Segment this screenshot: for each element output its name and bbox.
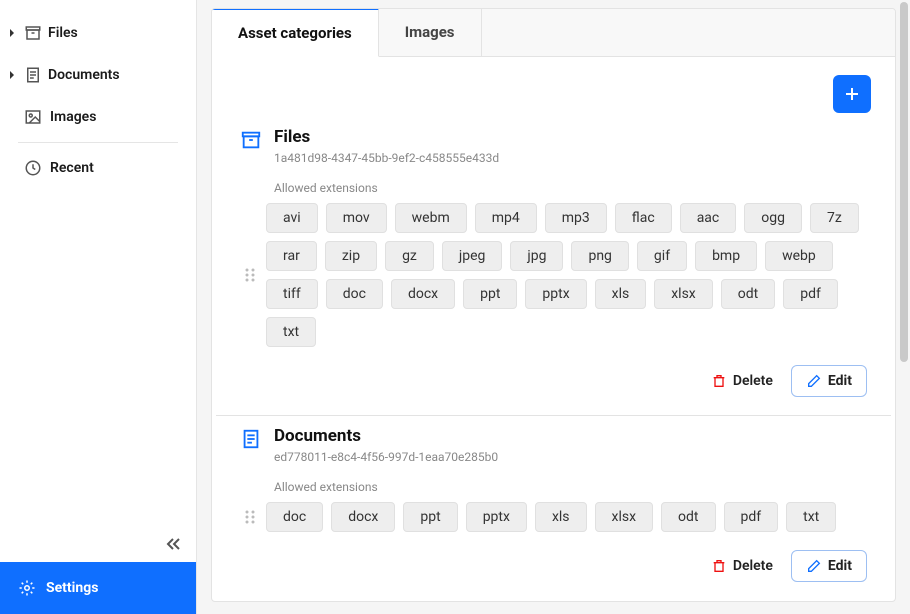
add-category-button[interactable] xyxy=(833,75,871,113)
delete-button[interactable]: Delete xyxy=(707,365,777,397)
extension-pill: txt xyxy=(266,317,316,347)
sidebar-tree-label: Files xyxy=(48,25,78,41)
extensions-list: avimovwebm mp4 mp3 flacaacogg 7z rarzipgzjpeg… xyxy=(266,203,867,347)
clock-icon xyxy=(24,159,42,177)
extension-pill: pdf xyxy=(783,279,838,309)
extension-pill: zip xyxy=(325,241,377,271)
chevrons-left-icon xyxy=(166,537,182,551)
extension-pill: xlsx xyxy=(595,502,654,532)
edit-button[interactable]: Edit xyxy=(791,550,867,582)
settings-panel: Asset categories Images Files 1a481d98-4… xyxy=(211,8,896,602)
pencil-icon xyxy=(806,558,822,574)
delete-button[interactable]: Delete xyxy=(707,550,777,582)
extension-pill: avi xyxy=(266,203,318,233)
drag-handle-icon[interactable] xyxy=(240,267,266,283)
extension-pill: xls xyxy=(595,279,647,309)
allowed-extensions-label: Allowed extensions xyxy=(274,480,867,494)
extension-pill: xlsx xyxy=(654,279,713,309)
edit-button[interactable]: Edit xyxy=(791,365,867,397)
extension-pill: gz xyxy=(385,241,434,271)
category-title: Files xyxy=(274,127,499,147)
extension-pill: ppt xyxy=(463,279,517,309)
tab-images[interactable]: Images xyxy=(379,9,482,56)
extension-pill: webp xyxy=(765,241,833,271)
extension-pill: mov xyxy=(326,203,387,233)
sidebar: Files Documents Images xyxy=(0,0,197,614)
divider xyxy=(18,142,178,143)
extension-pill: bmp xyxy=(695,241,757,271)
extension-pill: xls xyxy=(535,502,587,532)
main-area: Asset categories Images Files 1a481d98-4… xyxy=(197,0,910,614)
archive-icon xyxy=(24,24,42,42)
category-card: Documents ed778011-e8c4-4f56-997d-1eaa70… xyxy=(216,416,891,600)
extension-pill: pptx xyxy=(466,502,527,532)
extension-pill: odt xyxy=(661,502,715,532)
extension-pill: tiff xyxy=(266,279,318,309)
category-title: Documents xyxy=(274,426,498,446)
sidebar-tree-label: Documents xyxy=(48,67,120,83)
delete-label: Delete xyxy=(733,373,773,389)
extension-pill: docx xyxy=(391,279,455,309)
chevron-right-icon xyxy=(8,71,18,79)
extension-pill: ppt xyxy=(403,502,457,532)
gear-icon xyxy=(18,579,36,597)
tab-asset-categories[interactable]: Asset categories xyxy=(212,8,379,57)
trash-icon xyxy=(711,373,727,389)
extension-pill: docx xyxy=(331,502,395,532)
drag-handle-icon[interactable] xyxy=(240,509,266,525)
sidebar-nav-recent[interactable]: Recent xyxy=(0,147,196,189)
extension-pill: flac xyxy=(615,203,672,233)
extension-pill: aac xyxy=(680,203,737,233)
extensions-list: docdocxpptpptxxlsxlsxodtpdftxt xyxy=(266,502,867,532)
extension-pill: ogg xyxy=(744,203,802,233)
scrollbar[interactable] xyxy=(900,2,908,362)
allowed-extensions-label: Allowed extensions xyxy=(274,181,867,195)
extension-pill: pptx xyxy=(525,279,586,309)
sidebar-nav-label: Recent xyxy=(50,160,94,176)
edit-label: Edit xyxy=(828,373,852,389)
sidebar-nav-images[interactable]: Images xyxy=(0,96,196,138)
category-card: Files 1a481d98-4347-45bb-9ef2-c458555e43… xyxy=(216,117,891,416)
extension-pill: webm xyxy=(395,203,467,233)
plus-icon xyxy=(844,86,860,102)
tabs: Asset categories Images xyxy=(212,9,895,57)
extension-pill: mp4 xyxy=(475,203,537,233)
settings-button[interactable]: Settings xyxy=(0,562,196,614)
extension-pill: png xyxy=(571,241,628,271)
extension-pill: doc xyxy=(326,279,383,309)
extension-pill: pdf xyxy=(724,502,779,532)
pencil-icon xyxy=(806,373,822,389)
trash-icon xyxy=(711,558,727,574)
sidebar-nav-label: Images xyxy=(50,109,96,125)
category-id: ed778011-e8c4-4f56-997d-1eaa70e285b0 xyxy=(274,450,498,464)
collapse-sidebar-button[interactable] xyxy=(0,526,196,562)
extension-pill: jpeg xyxy=(442,241,503,271)
document-icon xyxy=(24,66,42,84)
delete-label: Delete xyxy=(733,558,773,574)
sidebar-tree-files[interactable]: Files xyxy=(0,12,196,54)
extension-pill: mp3 xyxy=(545,203,607,233)
document-icon xyxy=(240,428,262,450)
sidebar-tree-documents[interactable]: Documents xyxy=(0,54,196,96)
extension-pill: 7z xyxy=(810,203,859,233)
extension-pill: jpg xyxy=(510,241,563,271)
image-icon xyxy=(24,108,42,126)
archive-icon xyxy=(240,129,262,151)
extension-pill: doc xyxy=(266,502,323,532)
extension-pill: txt xyxy=(786,502,836,532)
category-id: 1a481d98-4347-45bb-9ef2-c458555e433d xyxy=(274,151,499,165)
extension-pill: gif xyxy=(637,241,687,271)
extension-pill: rar xyxy=(266,241,317,271)
extension-pill: odt xyxy=(721,279,775,309)
chevron-right-icon xyxy=(8,29,18,37)
edit-label: Edit xyxy=(828,558,852,574)
settings-label: Settings xyxy=(46,580,98,596)
